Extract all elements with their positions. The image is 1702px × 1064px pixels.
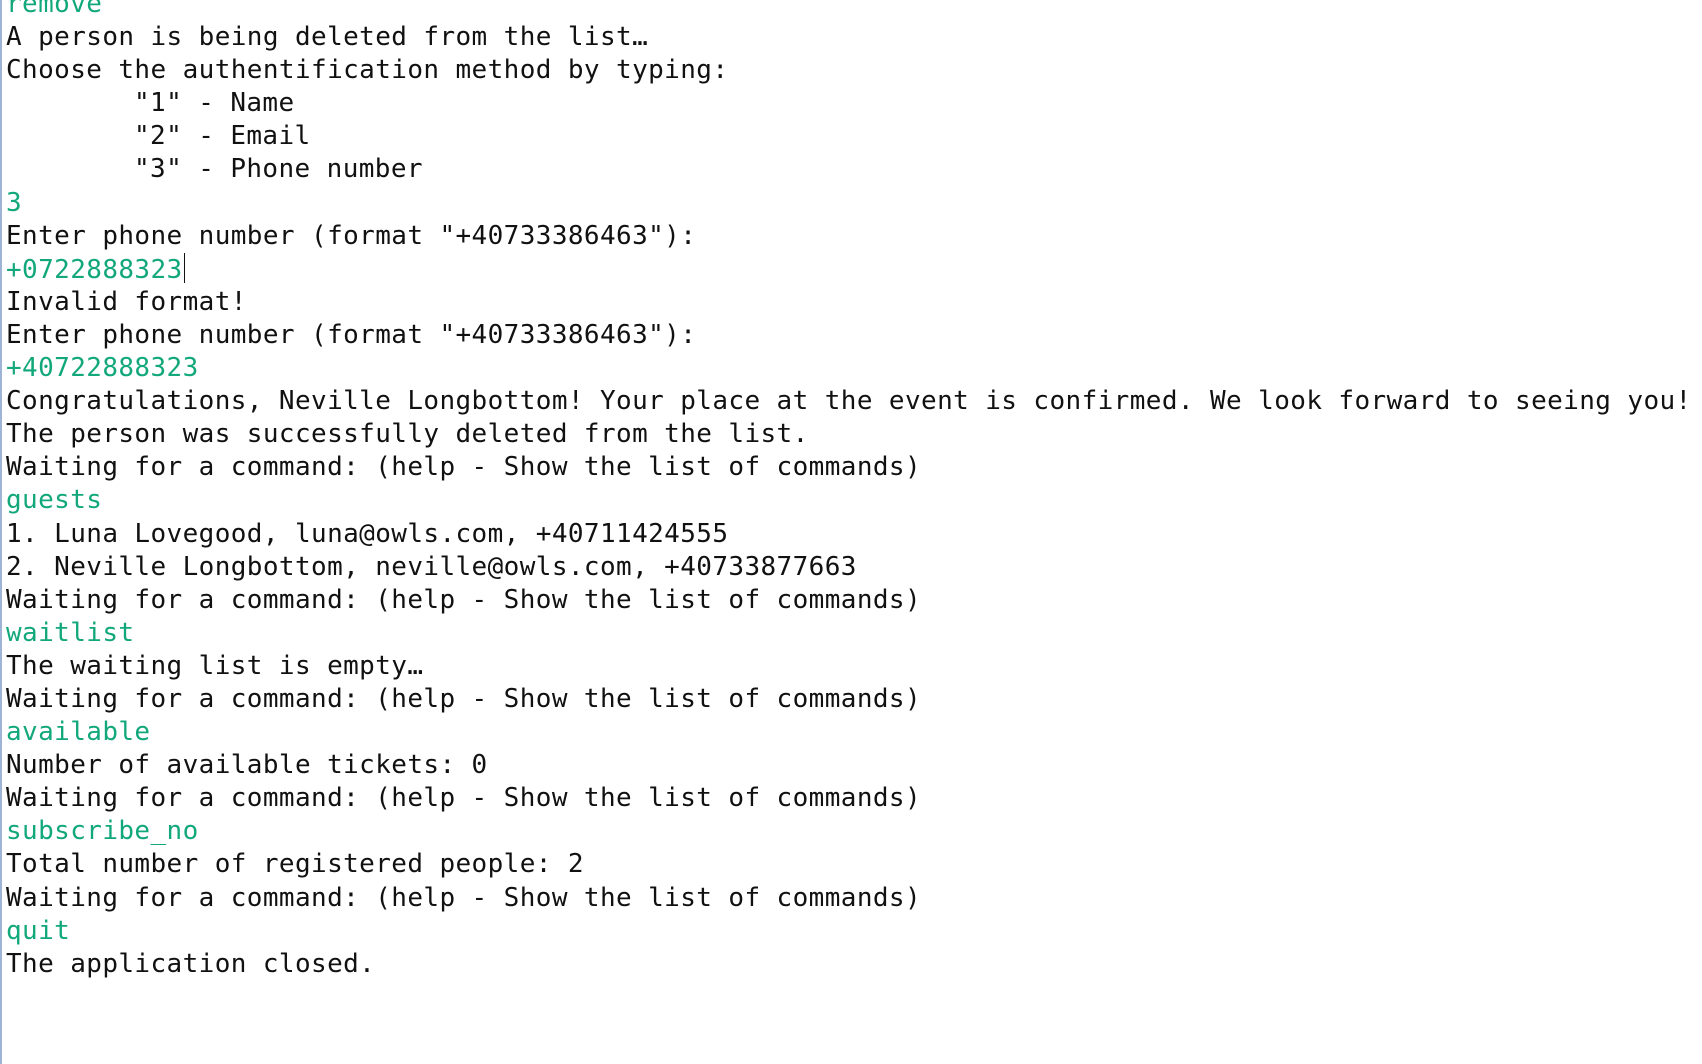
console-output-line: A person is being deleted from the list… xyxy=(6,21,1700,54)
console-output-line: "3" - Phone number xyxy=(6,153,1700,186)
user-command-text: +40722888323 xyxy=(6,353,199,384)
program-output-text: "3" - Phone number xyxy=(134,154,423,185)
user-command-text: 3 xyxy=(6,187,23,218)
console-input-line: +0722888323 xyxy=(6,252,1700,286)
user-command-text: subscribe_no xyxy=(6,816,199,847)
user-command-text: +0722888323 xyxy=(6,254,183,285)
console-output[interactable]: remove A person is being deleted from the… xyxy=(0,0,1700,1064)
console-output-line: 1. Luna Lovegood, luna@owls.com, +407114… xyxy=(6,518,1700,551)
console-output-line: "2" - Email xyxy=(6,120,1700,153)
console-output-line: Waiting for a command: (help - Show the … xyxy=(6,882,1700,915)
program-output-text: Waiting for a command: (help - Show the … xyxy=(6,584,922,615)
program-output-text: A person is being deleted from the list… xyxy=(6,22,649,53)
console-output-line: Choose the authentification method by ty… xyxy=(6,54,1700,87)
program-output-text: Number of available tickets: 0 xyxy=(6,750,488,781)
program-output-text: Waiting for a command: (help - Show the … xyxy=(6,683,922,714)
console-output-line: Waiting for a command: (help - Show the … xyxy=(6,584,1700,617)
console-output-line: The application closed. xyxy=(6,948,1700,981)
console-input-line: remove xyxy=(6,0,1700,21)
program-output-text: Choose the authentification method by ty… xyxy=(6,55,729,86)
console-output-line: "1" - Name xyxy=(6,87,1700,120)
program-output-text: Congratulations, Neville Longbottom! You… xyxy=(6,386,1692,417)
program-output-text: Waiting for a command: (help - Show the … xyxy=(6,452,922,483)
text-cursor xyxy=(183,252,185,283)
program-output-text: The person was successfully deleted from… xyxy=(6,419,809,450)
console-output-line: Enter phone number (format "+40733386463… xyxy=(6,319,1700,352)
console-output-line: Number of available tickets: 0 xyxy=(6,749,1700,782)
program-output-text: "2" - Email xyxy=(134,121,311,152)
console-output-line: 2. Neville Longbottom, neville@owls.com,… xyxy=(6,551,1700,584)
program-output-text: The waiting list is empty… xyxy=(6,650,424,681)
console-output-line: Waiting for a command: (help - Show the … xyxy=(6,782,1700,815)
console-output-line: Congratulations, Neville Longbottom! You… xyxy=(6,385,1700,418)
program-output-text: Waiting for a command: (help - Show the … xyxy=(6,882,922,913)
user-command-text: quit xyxy=(6,915,71,946)
console-input-line: guests xyxy=(6,484,1700,517)
console-input-line: 3 xyxy=(6,187,1700,220)
console-output-line: Waiting for a command: (help - Show the … xyxy=(6,683,1700,716)
program-output-text: Waiting for a command: (help - Show the … xyxy=(6,783,922,814)
program-output-text: The application closed. xyxy=(6,948,376,979)
console-output-line: Total number of registered people: 2 xyxy=(6,848,1700,881)
console-output-line: The waiting list is empty… xyxy=(6,650,1700,683)
program-output-text: Enter phone number (format "+40733386463… xyxy=(6,220,697,251)
user-command-text: available xyxy=(6,717,151,748)
user-command-text: waitlist xyxy=(6,617,135,648)
program-output-text: 1. Luna Lovegood, luna@owls.com, +407114… xyxy=(6,518,729,549)
console-input-line: available xyxy=(6,716,1700,749)
console-input-line: waitlist xyxy=(6,617,1700,650)
console-input-line: quit xyxy=(6,915,1700,948)
program-output-text: Invalid format! xyxy=(6,286,247,317)
console-input-line: +40722888323 xyxy=(6,352,1700,385)
console-input-line: subscribe_no xyxy=(6,815,1700,848)
program-output-text: 2. Neville Longbottom, neville@owls.com,… xyxy=(6,551,857,582)
program-output-text: "1" - Name xyxy=(134,88,295,119)
user-command-text: remove xyxy=(6,0,103,19)
user-command-text: guests xyxy=(6,485,103,516)
program-output-text: Enter phone number (format "+40733386463… xyxy=(6,319,697,350)
console-output-line: The person was successfully deleted from… xyxy=(6,418,1700,451)
program-output-text: Total number of registered people: 2 xyxy=(6,849,584,880)
console-output-line: Invalid format! xyxy=(6,286,1700,319)
console-output-line: Enter phone number (format "+40733386463… xyxy=(6,220,1700,253)
console-output-line: Waiting for a command: (help - Show the … xyxy=(6,451,1700,484)
